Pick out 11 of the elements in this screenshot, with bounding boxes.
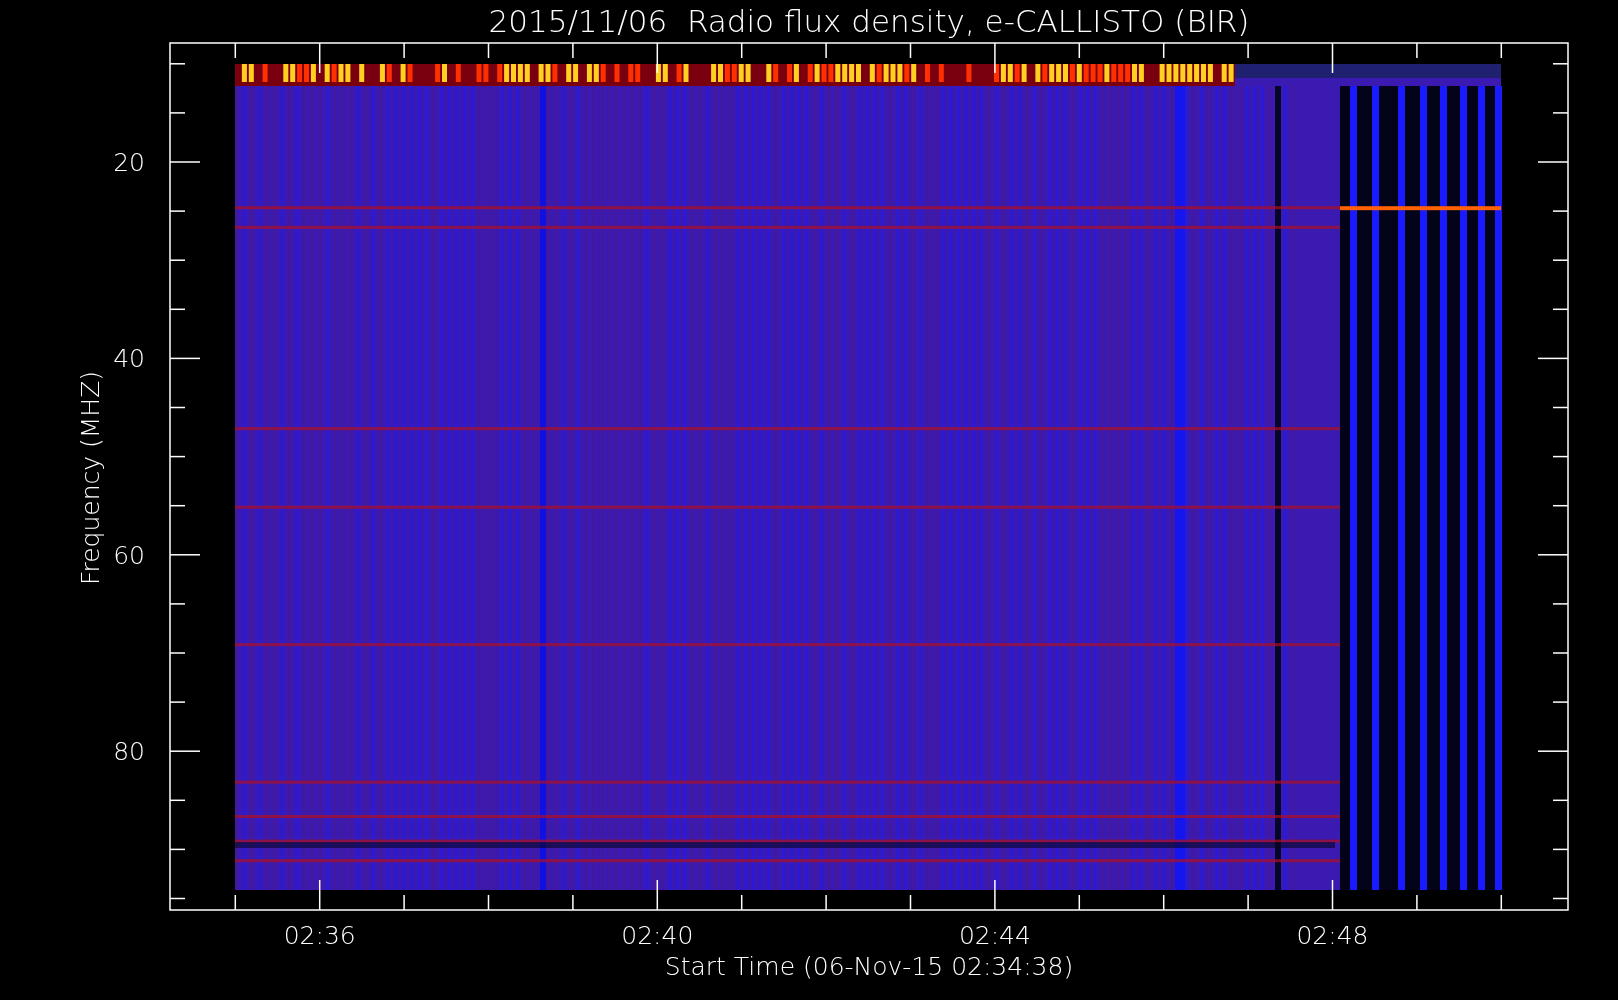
x-tick-label: 02:44 — [958, 921, 1031, 950]
y-tick-label: 80 — [113, 737, 145, 767]
y-axis-label: Frequency (MHZ) — [76, 370, 105, 586]
x-tick-label: 02:40 — [621, 921, 694, 950]
y-tick-label: 60 — [113, 540, 145, 570]
x-axis-label: Start Time (06-Nov-15 02:34:38) — [664, 952, 1074, 981]
x-tick-label: 02:36 — [283, 921, 356, 950]
x-tick-label: 02:48 — [1296, 921, 1369, 950]
y-tick-label: 40 — [113, 344, 145, 374]
plot-title: 2015/11/06 Radio flux density, e-CALLISTO (BIR) — [488, 3, 1250, 39]
y-tick-label: 20 — [113, 148, 145, 177]
